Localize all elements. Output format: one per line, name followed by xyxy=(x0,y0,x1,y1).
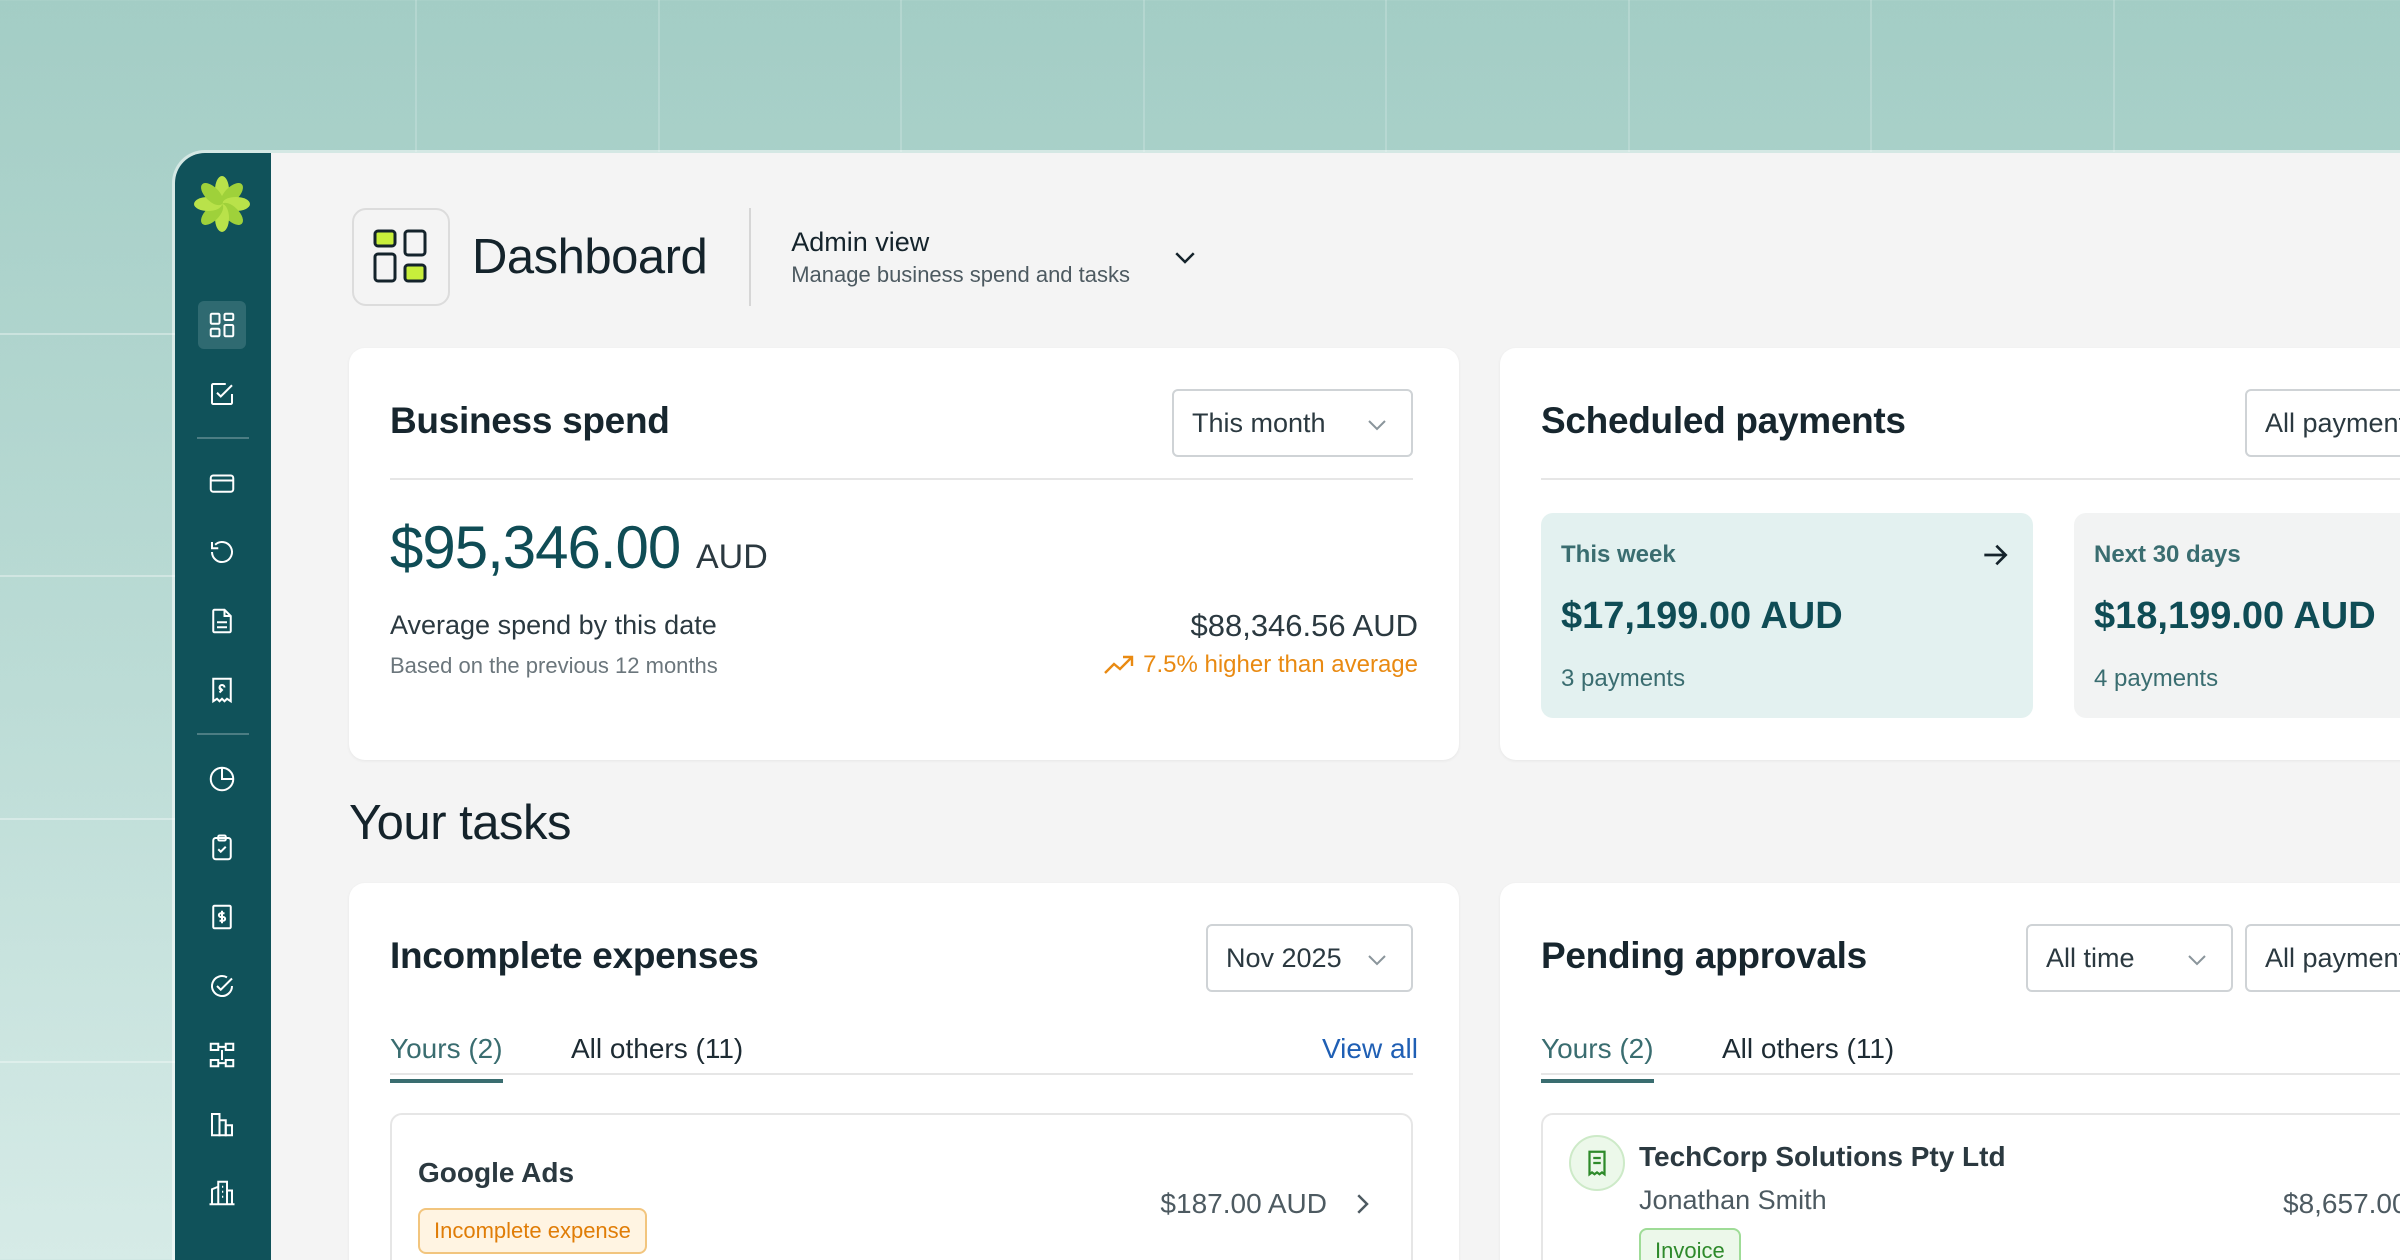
clipboard-icon[interactable] xyxy=(198,824,246,872)
trending-up-icon xyxy=(1104,655,1134,674)
tile-count: 4 payments xyxy=(2094,665,2219,692)
tile-label: Next 30 days xyxy=(2094,541,2241,568)
month-dropdown-value: Nov 2025 xyxy=(1226,942,1342,973)
expense-amount: $187.00 AUD xyxy=(1160,1188,1327,1219)
time-dropdown-value: All time xyxy=(2046,942,2135,973)
app-window: Dashboard Admin view Manage business spe… xyxy=(175,153,2400,1260)
tab-all-others[interactable]: All others (11) xyxy=(571,1033,743,1079)
org-chart-icon[interactable] xyxy=(198,1031,246,1079)
receipt-icon[interactable] xyxy=(198,666,246,714)
card-divider xyxy=(1541,478,2400,480)
receipt-icon xyxy=(1569,1135,1625,1191)
tile-count: 3 payments xyxy=(1561,665,1686,692)
chevron-down-icon xyxy=(1175,252,1195,264)
sidebar xyxy=(175,153,271,1260)
page-header: Dashboard Admin view Manage business spe… xyxy=(352,208,1200,306)
dollar-doc-icon[interactable] xyxy=(198,893,246,941)
avg-spend-label: Average spend by this date xyxy=(390,610,717,640)
your-tasks-title: Your tasks xyxy=(349,796,571,850)
status-badge: Incomplete expense xyxy=(418,1208,647,1254)
sidebar-separator xyxy=(197,437,249,439)
trend-text: 7.5% higher than average xyxy=(1143,651,1418,678)
avg-spend-subtitle: Based on the previous 12 months xyxy=(390,653,718,678)
approvals-filter-dropdown[interactable]: All payments xyxy=(2245,924,2400,992)
chevron-down-icon xyxy=(2188,955,2206,966)
vendor-name: TechCorp Solutions Pty Ltd xyxy=(1639,1141,2006,1172)
card-icon[interactable] xyxy=(198,459,246,507)
tab-all-others[interactable]: All others (11) xyxy=(1722,1033,1894,1079)
check-circle-icon[interactable] xyxy=(198,962,246,1010)
payments-filter-dropdown[interactable]: All payments xyxy=(2245,389,2400,457)
trend-indicator: 7.5% higher than average xyxy=(1103,651,1418,679)
pending-approvals-title: Pending approvals xyxy=(1541,935,1867,976)
brand-logo-icon xyxy=(194,176,250,232)
building-icon[interactable] xyxy=(198,1169,246,1217)
refresh-icon[interactable] xyxy=(198,528,246,576)
arrow-right-icon xyxy=(1984,544,2008,566)
tile-amount: $18,199.00 AUD xyxy=(2094,595,2376,637)
bar-chart-icon[interactable] xyxy=(198,1100,246,1148)
next-30-days-tile[interactable]: Next 30 days $18,199.00 AUD 4 payments xyxy=(2074,513,2400,718)
tile-amount: $17,199.00 AUD xyxy=(1561,595,1843,637)
spend-amount-value: $95,346.00 xyxy=(390,514,681,581)
dashboard-icon[interactable] xyxy=(198,301,246,349)
dashboard-tile-icon xyxy=(352,208,450,306)
list-item[interactable]: TechCorp Solutions Pty Ltd Jonathan Smit… xyxy=(1541,1113,2400,1260)
view-all-link[interactable]: View all xyxy=(1322,1033,1418,1065)
tabs-divider xyxy=(390,1073,1413,1075)
scheduled-payments-title: Scheduled payments xyxy=(1541,400,1906,441)
approval-amount: $8,657.00 xyxy=(2283,1188,2400,1219)
list-item[interactable]: Google Ads Incomplete expense $187.00 AU… xyxy=(390,1113,1413,1260)
expense-name: Google Ads xyxy=(418,1157,575,1188)
chevron-down-icon xyxy=(1368,955,1386,966)
scheduled-payments-card: Scheduled payments All payments This wee… xyxy=(1500,348,2400,760)
sidebar-separator xyxy=(197,733,249,735)
tabs-divider xyxy=(1541,1073,2400,1075)
card-divider xyxy=(390,478,1413,480)
invoice-badge: Invoice xyxy=(1639,1228,1741,1260)
this-week-tile[interactable]: This week $17,199.00 AUD 3 payments xyxy=(1541,513,2033,718)
business-spend-card: Business spend This month $95,346.00 AUD… xyxy=(349,348,1459,760)
view-title: Admin view xyxy=(791,226,930,257)
time-dropdown[interactable]: All time xyxy=(2026,924,2233,992)
pending-approvals-card: Pending approvals All time All payments … xyxy=(1500,883,2400,1260)
requester-name: Jonathan Smith xyxy=(1639,1185,1827,1215)
tile-label: This week xyxy=(1561,541,1676,568)
tab-yours[interactable]: Yours (2) xyxy=(1541,1033,1654,1083)
avg-spend-amount: $88,346.56 AUD xyxy=(1190,608,1418,643)
chevron-down-icon xyxy=(1368,420,1386,431)
view-subtitle: Manage business spend and tasks xyxy=(791,261,1130,287)
approvals-filter-value: All payments xyxy=(2265,942,2400,973)
spend-currency: AUD xyxy=(695,538,768,576)
month-dropdown[interactable]: Nov 2025 xyxy=(1206,924,1413,992)
view-selector[interactable]: Admin view Manage business spend and tas… xyxy=(791,227,1200,288)
incomplete-expenses-card: Incomplete expenses Nov 2025 Yours (2) A… xyxy=(349,883,1459,1260)
business-spend-title: Business spend xyxy=(390,400,670,441)
period-dropdown[interactable]: This month xyxy=(1172,389,1413,457)
tasks-checkbox-icon[interactable] xyxy=(198,370,246,418)
period-dropdown-value: This month xyxy=(1192,407,1326,438)
page-title: Dashboard xyxy=(472,230,708,284)
pie-chart-icon[interactable] xyxy=(198,755,246,803)
incomplete-expenses-title: Incomplete expenses xyxy=(390,935,759,976)
payments-filter-value: All payments xyxy=(2265,407,2400,438)
tab-yours[interactable]: Yours (2) xyxy=(390,1033,503,1083)
spend-amount: $95,346.00 AUD xyxy=(390,513,768,582)
document-icon[interactable] xyxy=(198,597,246,645)
header-divider xyxy=(749,208,752,306)
chevron-right-icon xyxy=(1357,1194,1369,1214)
